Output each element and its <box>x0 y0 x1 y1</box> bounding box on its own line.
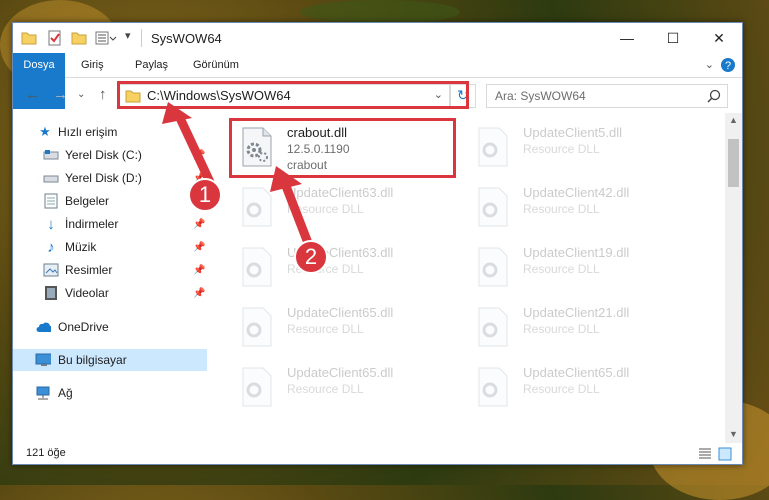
callout-badge-2: 2 <box>294 240 328 274</box>
callout-badge-1: 1 <box>188 178 222 212</box>
annotation-arrows <box>162 102 313 248</box>
